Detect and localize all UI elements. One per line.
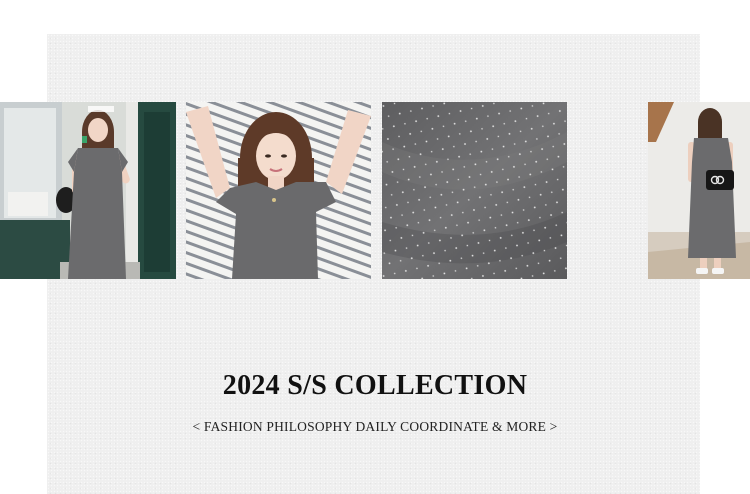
photo-shop-entrance xyxy=(0,102,176,279)
grey-fabric-closeup-with-sparkle-dots-icon xyxy=(382,102,567,279)
woman-in-grey-tee-lying-on-striped-sheet-icon xyxy=(186,102,371,279)
collection-subtitle: < FASHION PHILOSOPHY DAILY COORDINATE & … xyxy=(192,419,558,434)
woman-in-grey-dress-back-view-with-handbag-icon xyxy=(648,102,750,279)
collection-title: 2024 S/S COLLECTION xyxy=(222,370,528,401)
woman-in-grey-dress-at-shop-entrance-icon xyxy=(0,102,176,279)
photo-lying-on-striped-sheet xyxy=(186,102,371,279)
photo-fabric-closeup xyxy=(382,102,567,279)
photo-back-view-handbag xyxy=(648,102,750,279)
collection-banner: 2024 S/S COLLECTION < FASHION PHILOSOPHY… xyxy=(0,0,750,494)
